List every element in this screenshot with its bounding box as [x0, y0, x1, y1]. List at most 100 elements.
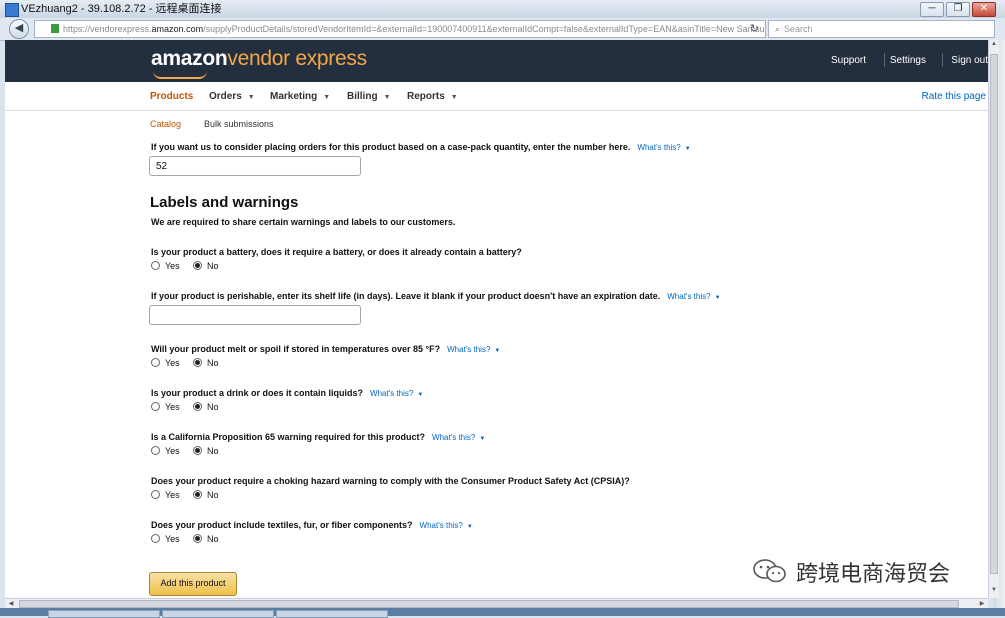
breadcrumb-catalog[interactable]: Catalog: [150, 119, 181, 129]
close-button[interactable]: ✕: [972, 2, 996, 17]
radio-label: No: [207, 446, 219, 456]
window-title: VEzhuang2 - 39.108.2.72 - 远程桌面连接: [21, 3, 222, 15]
site-header: amazonvendor express Support Settings Si…: [5, 40, 988, 82]
taskbar-item[interactable]: [162, 610, 274, 618]
textiles-label: Does your product include textiles, fur,…: [151, 520, 413, 530]
minimize-button[interactable]: ─: [920, 2, 944, 17]
choking-no-radio[interactable]: No: [193, 490, 219, 500]
rate-this-page-link[interactable]: Rate this page: [922, 91, 987, 102]
whats-this-link[interactable]: What's this? ▼: [667, 292, 720, 301]
add-this-product-button[interactable]: Add this product: [149, 572, 237, 596]
nav-marketing[interactable]: Marketing ▼: [270, 91, 330, 102]
radio-checked-icon: [193, 358, 202, 367]
prop65-yes-radio[interactable]: Yes: [151, 446, 180, 456]
nav-orders-label: Orders: [209, 91, 242, 102]
prop65-label: Is a California Proposition 65 warning r…: [151, 432, 426, 442]
support-link[interactable]: Support: [831, 55, 866, 66]
whats-this-link[interactable]: What's this? ▼: [637, 143, 690, 152]
settings-link[interactable]: Settings: [890, 55, 926, 66]
melt-no-radio[interactable]: No: [193, 358, 219, 368]
browser-toolbar: ◀ https://vendorexpress.amazon.com/suppl…: [0, 18, 1005, 41]
logo-amazon-text: amazon: [151, 47, 228, 70]
radio-label: Yes: [165, 358, 180, 368]
taskbar-item[interactable]: [48, 610, 160, 618]
nav-billing[interactable]: Billing ▼: [347, 91, 391, 102]
battery-yes-radio[interactable]: Yes: [151, 261, 180, 271]
choking-question: Does your product require a choking haza…: [151, 476, 630, 486]
radio-label: No: [207, 534, 219, 544]
textiles-no-radio[interactable]: No: [193, 534, 219, 544]
section-title: Labels and warnings: [150, 194, 299, 211]
case-pack-input[interactable]: 52: [149, 156, 361, 176]
url-domain: amazon.com: [151, 24, 204, 34]
whats-this-text: What's this?: [419, 521, 463, 530]
scroll-down-icon[interactable]: ▼: [990, 587, 998, 597]
taskbar-item[interactable]: [276, 610, 388, 618]
battery-no-radio[interactable]: No: [193, 261, 219, 271]
scroll-up-icon[interactable]: ▲: [990, 41, 998, 51]
liquid-no-radio[interactable]: No: [193, 402, 219, 412]
textiles-yes-radio[interactable]: Yes: [151, 534, 180, 544]
radio-label: Yes: [165, 490, 180, 500]
nav-billing-label: Billing: [347, 91, 378, 102]
sign-out-link[interactable]: Sign out: [951, 55, 988, 66]
vertical-scrollbar[interactable]: ▲ ▼: [988, 40, 999, 598]
back-arrow-icon[interactable]: ◀: [9, 19, 29, 39]
whats-this-link[interactable]: What's this? ▼: [370, 389, 423, 398]
remote-desktop-titlebar: VEzhuang2 - 39.108.2.72 - 远程桌面连接 ─ ❐ ✕: [0, 0, 1005, 19]
chevron-down-icon: ▼: [247, 94, 255, 101]
divider: [942, 53, 943, 67]
liquid-yes-radio[interactable]: Yes: [151, 402, 180, 412]
section-subtitle: We are required to share certain warning…: [151, 217, 456, 227]
prop65-question: Is a California Proposition 65 warning r…: [151, 432, 485, 442]
url-prefix: https://vendorexpress.: [63, 24, 152, 34]
whats-this-text: What's this?: [667, 292, 711, 301]
chevron-down-icon: ▼: [466, 524, 473, 530]
address-bar[interactable]: https://vendorexpress.amazon.com/supplyP…: [34, 20, 766, 38]
restore-button[interactable]: ❐: [946, 2, 970, 17]
amazon-smile-icon: [153, 71, 207, 79]
melt-label: Will your product melt or spoil if store…: [151, 344, 441, 354]
whats-this-link[interactable]: What's this? ▼: [432, 433, 485, 442]
breadcrumb-bulk-submissions[interactable]: Bulk submissions: [204, 119, 274, 129]
radio-label: Yes: [165, 446, 180, 456]
lock-icon: [51, 24, 59, 33]
chevron-down-icon: ▼: [714, 295, 721, 301]
radio-icon: [151, 402, 160, 411]
divider: [884, 53, 885, 67]
whats-this-link[interactable]: What's this? ▼: [420, 521, 473, 530]
radio-label: Yes: [165, 402, 180, 412]
vertical-scroll-thumb[interactable]: [990, 54, 998, 574]
nav-products[interactable]: Products: [150, 91, 193, 102]
shelf-life-question: If your product is perishable, enter its…: [151, 291, 721, 301]
url-path: /supplyProductDetails/storedVendorItemId…: [203, 24, 766, 34]
choking-yes-radio[interactable]: Yes: [151, 490, 180, 500]
chevron-down-icon: ▼: [450, 94, 458, 101]
main-nav: Products Orders ▼ Marketing ▼ Billing ▼ Rep…: [5, 82, 988, 111]
radio-checked-icon: [193, 490, 202, 499]
shelf-life-label: If your product is perishable, enter its…: [151, 291, 661, 301]
horizontal-scroll-thumb[interactable]: [19, 600, 959, 608]
shelf-life-input[interactable]: [149, 305, 361, 325]
case-pack-label: If you want us to consider placing order…: [151, 142, 631, 152]
watermark-text: 跨境电商海贸会: [796, 562, 951, 587]
nav-orders[interactable]: Orders ▼: [209, 91, 255, 102]
radio-label: No: [207, 402, 219, 412]
browser-search-input[interactable]: ⌕ Search: [768, 20, 995, 38]
radio-icon: [151, 446, 160, 455]
amazon-vendor-express-logo[interactable]: amazonvendor express: [151, 47, 367, 71]
chevron-down-icon: ▼: [494, 348, 501, 354]
whats-this-link[interactable]: What's this? ▼: [447, 345, 500, 354]
prop65-no-radio[interactable]: No: [193, 446, 219, 456]
radio-label: No: [207, 358, 219, 368]
radio-checked-icon: [193, 446, 202, 455]
melt-yes-radio[interactable]: Yes: [151, 358, 180, 368]
search-placeholder: Search: [784, 24, 813, 34]
radio-icon: [151, 261, 160, 270]
refresh-icon[interactable]: ↻: [750, 21, 759, 37]
nav-reports[interactable]: Reports ▼: [407, 91, 458, 102]
chevron-down-icon: ▼: [684, 146, 691, 152]
case-pack-question: If you want us to consider placing order…: [151, 142, 691, 152]
radio-label: Yes: [165, 534, 180, 544]
textiles-question: Does your product include textiles, fur,…: [151, 520, 473, 530]
